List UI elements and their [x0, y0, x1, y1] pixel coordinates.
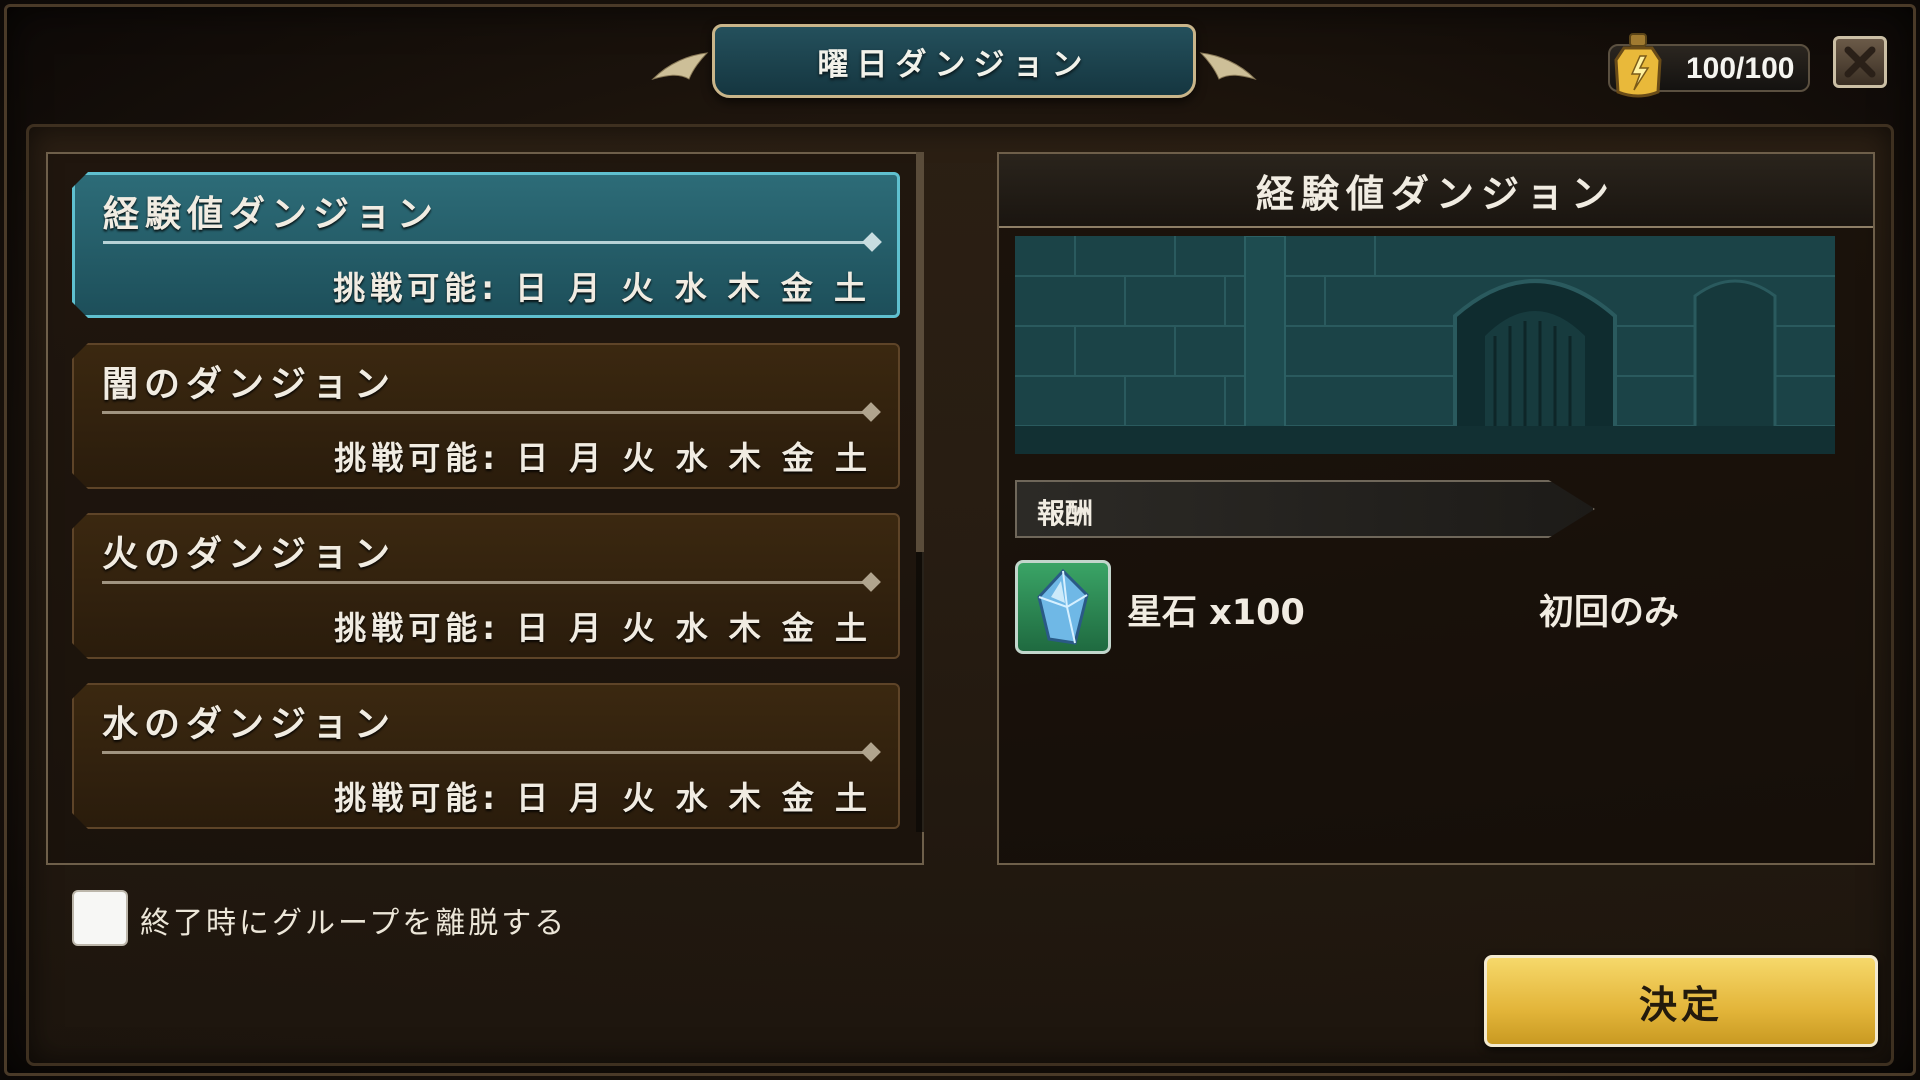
stamina-counter: 100/100	[1608, 33, 1810, 98]
detail-title: 経験値ダンジョン	[1255, 171, 1616, 216]
dungeon-scene-illustration	[1015, 236, 1835, 454]
banner-ornament-left	[651, 52, 709, 81]
dungeon-availability: 挑戦可能: 日 月 火 水 木 金 土	[334, 779, 872, 817]
dungeon-preview-image	[1015, 236, 1835, 454]
dungeon-name: 火のダンジョン	[102, 534, 397, 575]
leave-group-label: 終了時にグループを離脱する	[140, 906, 568, 941]
leave-group-checkbox[interactable]	[72, 890, 128, 946]
dungeon-detail-panel: 経験値ダンジョン 報酬 星石 x100 初回のみ	[997, 152, 1875, 865]
banner-ornament-right	[1199, 52, 1257, 81]
diamond-ornament	[861, 742, 881, 762]
diamond-ornament	[862, 232, 882, 252]
detail-header: 経験値ダンジョン	[999, 154, 1873, 228]
divider	[102, 411, 872, 414]
scrollbar-thumb[interactable]	[916, 152, 924, 552]
dungeon-item-dark[interactable]: 闇のダンジョン 挑戦可能: 日 月 火 水 木 金 土	[72, 343, 900, 489]
dungeon-item-fire[interactable]: 火のダンジョン 挑戦可能: 日 月 火 水 木 金 土	[72, 513, 900, 659]
divider	[102, 581, 872, 584]
stamina-value: 100/100	[1686, 52, 1795, 85]
reward-condition: 初回のみ	[1539, 593, 1680, 633]
dungeon-item-water[interactable]: 水のダンジョン 挑戦可能: 日 月 火 水 木 金 土	[72, 683, 900, 829]
close-button[interactable]	[1833, 36, 1887, 88]
stamina-potion-icon	[1614, 33, 1662, 98]
diamond-ornament	[861, 572, 881, 592]
reward-item-slot[interactable]	[1015, 560, 1111, 654]
dungeon-item-exp[interactable]: 経験値ダンジョン 挑戦可能: 日 月 火 水 木 金 土	[72, 172, 900, 318]
diamond-ornament	[861, 402, 881, 422]
close-icon	[1844, 46, 1876, 78]
divider	[102, 751, 872, 754]
divider	[103, 241, 873, 244]
dungeon-availability: 挑戦可能: 日 月 火 水 木 金 土	[334, 439, 872, 477]
confirm-button-label: 決定	[1638, 982, 1723, 1027]
star-stone-icon	[1037, 568, 1089, 645]
dungeon-name: 闇のダンジョン	[102, 364, 397, 405]
dungeon-availability: 挑戦可能: 日 月 火 水 木 金 土	[333, 269, 871, 307]
reward-header-bar: 報酬	[1015, 480, 1595, 538]
dungeon-name: 水のダンジョン	[102, 704, 397, 745]
dungeon-name: 経験値ダンジョン	[103, 194, 440, 235]
reward-header: 報酬	[1037, 497, 1094, 530]
dungeon-list-scrollbar[interactable]	[916, 152, 924, 832]
page-title: 曜日ダンジョン	[817, 46, 1091, 83]
reward-name: 星石 x100	[1127, 593, 1305, 633]
confirm-button[interactable]: 決定	[1484, 955, 1878, 1047]
dungeon-availability: 挑戦可能: 日 月 火 水 木 金 土	[334, 609, 872, 647]
title-banner: 曜日ダンジョン	[651, 24, 1257, 98]
